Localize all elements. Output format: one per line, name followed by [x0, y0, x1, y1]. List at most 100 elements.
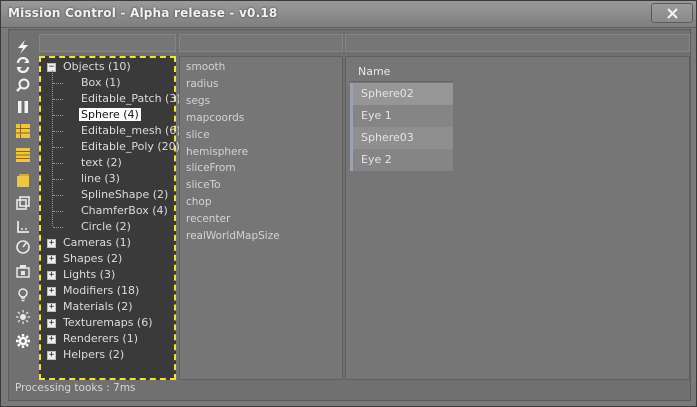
tree-item-label: text (2): [81, 156, 122, 169]
scene-tree[interactable]: Objects (10) − Box (1) Editable_Patch (3) Sp…: [39, 56, 181, 380]
tree-item-label: Editable_Patch (3): [81, 92, 181, 105]
tree-connector: [53, 83, 63, 84]
tree-item-child[interactable]: Box (1): [79, 75, 123, 91]
layer-tool-button[interactable]: [13, 172, 33, 190]
tree-connector: [53, 211, 63, 212]
timer-tool-button[interactable]: [13, 238, 33, 256]
tree-item-label: Editable_mesh (6): [81, 124, 181, 137]
expand-icon[interactable]: +: [47, 255, 56, 264]
property-item[interactable]: sliceFrom: [186, 162, 236, 174]
copy-tool-button[interactable]: [13, 194, 33, 212]
link-icon: [15, 77, 31, 93]
tree-item-label: line (3): [81, 172, 120, 185]
tree-item-objects[interactable]: Objects (10): [61, 59, 133, 75]
tree-item-label: Objects (10): [63, 60, 131, 73]
pause-tool-button[interactable]: [13, 98, 33, 116]
tree-item-label: Box (1): [81, 76, 121, 89]
list-icon: [15, 147, 31, 163]
tree-item-child[interactable]: text (2): [79, 155, 124, 171]
grid-tool-button[interactable]: [13, 122, 33, 140]
tree-connector: [53, 227, 63, 228]
expand-icon[interactable]: +: [47, 303, 56, 312]
title-bar: Mission Control - Alpha release - v0.18: [1, 1, 696, 28]
expand-icon[interactable]: +: [47, 335, 56, 344]
tree-item-group[interactable]: Renderers (1): [61, 331, 140, 347]
link-tool-button[interactable]: [13, 76, 33, 94]
tree-item-group[interactable]: Cameras (1): [61, 235, 133, 251]
close-icon: [667, 8, 678, 19]
light-tool-button[interactable]: [13, 286, 33, 304]
status-text: Processing tooks : 7ms: [15, 382, 136, 394]
tree-connector: [53, 179, 63, 180]
lightning-icon: [15, 39, 31, 55]
tree-connector: [52, 70, 53, 226]
expand-icon[interactable]: +: [47, 287, 56, 296]
tree-item-label: Editable_Poly (20): [81, 140, 180, 153]
sun-tool-button[interactable]: [13, 308, 33, 326]
tree-item-group[interactable]: Modifiers (18): [61, 283, 141, 299]
copy-icon: [15, 195, 31, 211]
tree-item-label: Sphere (4): [79, 108, 141, 121]
property-item[interactable]: chop: [186, 196, 212, 208]
settings-tool-button[interactable]: [13, 332, 33, 350]
refresh-icon: [15, 57, 31, 73]
timer-icon: [15, 239, 31, 255]
property-item[interactable]: segs: [186, 95, 210, 107]
expand-icon[interactable]: +: [47, 239, 56, 248]
property-item[interactable]: smooth: [186, 61, 225, 73]
tree-connector: [53, 131, 63, 132]
name-column-header[interactable]: Name: [350, 62, 453, 82]
tree-item-child[interactable]: ChamferBox (4): [79, 203, 170, 219]
list-tool-button[interactable]: [13, 146, 33, 164]
camera-icon: [15, 263, 31, 279]
camera-tool-button[interactable]: [13, 262, 33, 280]
lightning-tool-button[interactable]: [13, 38, 33, 56]
tree-item-child[interactable]: Sphere (4): [79, 107, 141, 123]
tree-column-header[interactable]: [39, 34, 176, 52]
table-row[interactable]: Sphere03: [350, 127, 453, 149]
tree-item-label: Shapes (2): [63, 252, 123, 265]
expand-icon[interactable]: +: [47, 319, 56, 328]
tree-item-group[interactable]: Materials (2): [61, 299, 135, 315]
table-row[interactable]: Eye 1: [350, 105, 453, 127]
property-item[interactable]: realWorldMapSize: [186, 230, 280, 242]
tree-item-child[interactable]: Editable_Patch (3): [79, 91, 183, 107]
expand-icon[interactable]: +: [47, 271, 56, 280]
light-icon: [15, 287, 31, 303]
property-item[interactable]: slice: [186, 129, 210, 141]
property-item[interactable]: hemisphere: [186, 146, 248, 158]
tree-connector: [53, 115, 63, 116]
tree-item-group[interactable]: Shapes (2): [61, 251, 124, 267]
mission-control-window: Mission Control - Alpha release - v0.18 …: [0, 0, 697, 407]
property-item[interactable]: mapcoords: [186, 112, 244, 124]
properties-list: smooth radius segs mapcoords slice hemisphere…: [179, 56, 343, 380]
axis-tool-button[interactable]: [13, 218, 33, 236]
table-row[interactable]: Eye 2: [350, 149, 453, 171]
tree-item-label: Texturemaps (6): [63, 316, 153, 329]
tree-item-child[interactable]: Editable_mesh (6): [79, 123, 183, 139]
refresh-tool-button[interactable]: [13, 56, 33, 74]
pause-icon: [15, 99, 31, 115]
grid-icon: [15, 123, 31, 139]
tree-item-label: Circle (2): [81, 220, 131, 233]
expand-icon[interactable]: +: [47, 351, 56, 360]
tree-item-group[interactable]: Lights (3): [61, 267, 117, 283]
window-title: Mission Control - Alpha release - v0.18: [8, 6, 278, 20]
property-item[interactable]: recenter: [186, 213, 230, 225]
property-item[interactable]: sliceTo: [186, 179, 221, 191]
table-row[interactable]: Sphere02: [350, 83, 453, 105]
tree-item-child[interactable]: Editable_Poly (20): [79, 139, 182, 155]
names-column-header[interactable]: [345, 34, 690, 52]
tree-item-child[interactable]: Circle (2): [79, 219, 133, 235]
axis-icon: [15, 219, 31, 235]
tree-item-child[interactable]: line (3): [79, 171, 122, 187]
tree-connector: [53, 163, 63, 164]
properties-column-header[interactable]: [179, 34, 343, 52]
tree-item-label: Cameras (1): [63, 236, 131, 249]
property-item[interactable]: radius: [186, 78, 218, 90]
tree-item-child[interactable]: SplineShape (2): [79, 187, 170, 203]
close-button[interactable]: [651, 3, 693, 23]
tree-item-group[interactable]: Helpers (2): [61, 347, 126, 363]
tree-item-group[interactable]: Texturemaps (6): [61, 315, 155, 331]
tree-connector: [53, 147, 63, 148]
